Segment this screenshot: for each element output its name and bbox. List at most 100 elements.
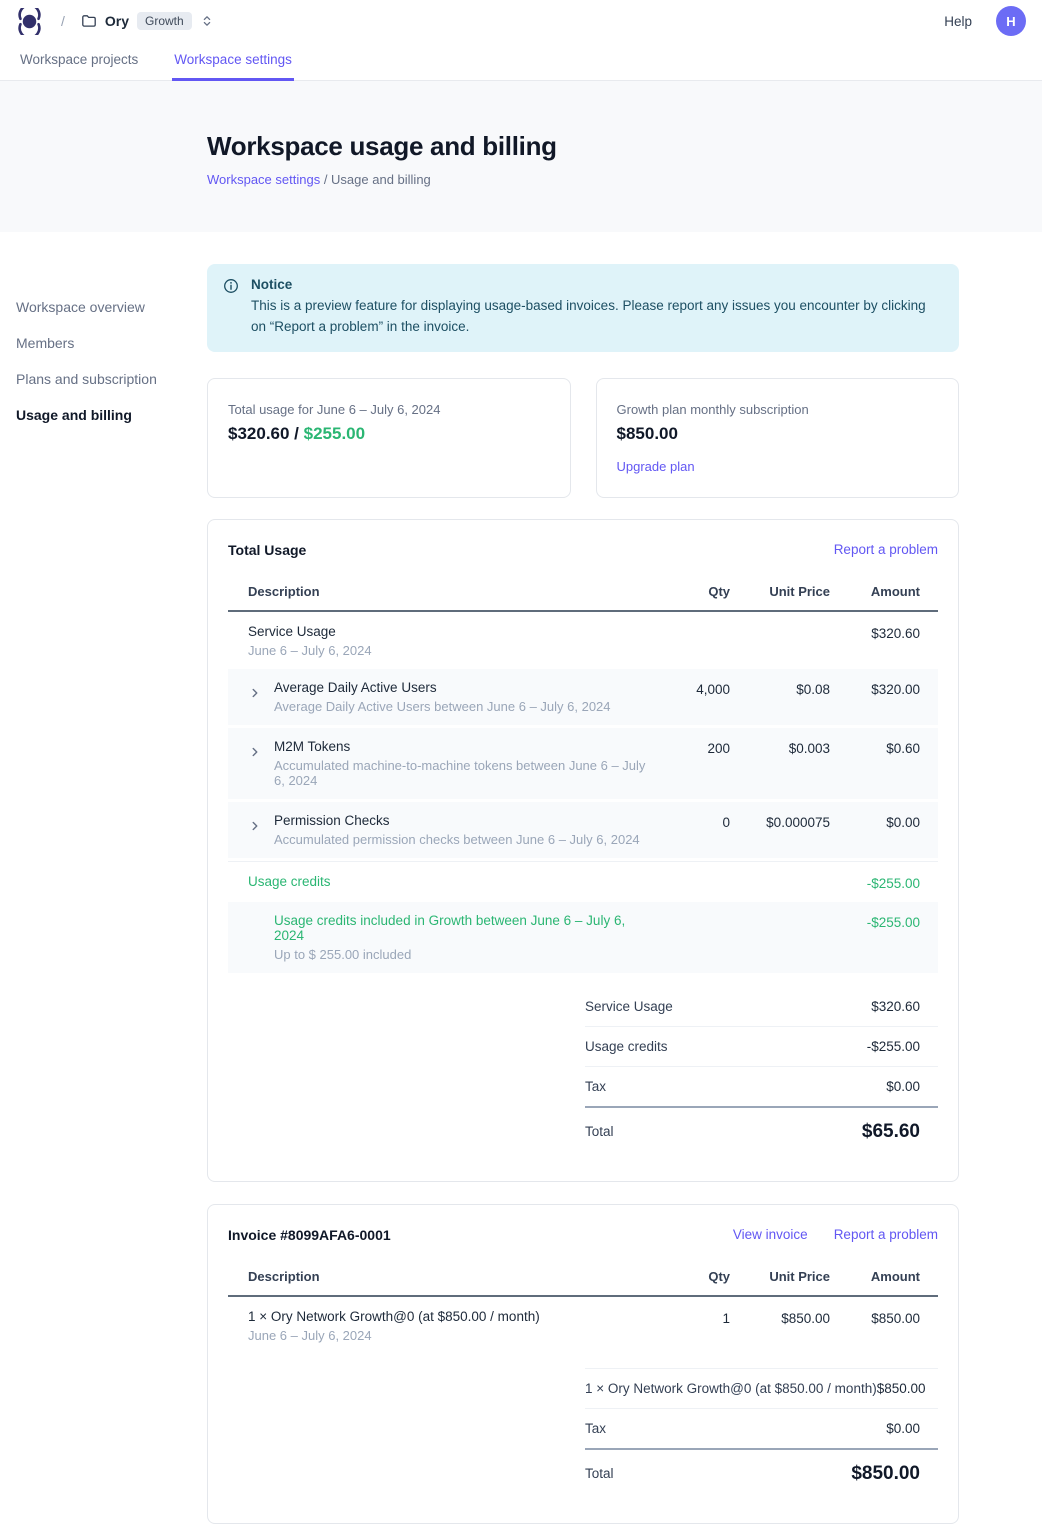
row-amount: $0.60 (830, 739, 938, 756)
row-subtitle: June 6 – July 6, 2024 (248, 1328, 652, 1343)
invoice-panel-title: Invoice #8099AFA6-0001 (228, 1227, 733, 1243)
view-invoice-link[interactable]: View invoice (733, 1227, 808, 1242)
info-circle-icon (223, 278, 239, 338)
table-row: Service Usage June 6 – July 6, 2024 $320… (228, 612, 938, 669)
breadcrumb-workspace-settings[interactable]: Workspace settings (207, 172, 320, 187)
table-row: Permission Checks Accumulated permission… (228, 802, 938, 858)
col-amount: Amount (830, 584, 938, 599)
summary-label: Tax (585, 1421, 886, 1436)
plan-value: $850.00 (617, 424, 939, 444)
summary-row: Tax $0.00 (585, 1409, 938, 1450)
row-subtitle: Average Daily Active Users between June … (274, 699, 611, 714)
row-amount: $850.00 (830, 1309, 938, 1326)
row-title: 1 × Ory Network Growth@0 (at $850.00 / m… (248, 1309, 652, 1324)
col-qty: Qty (652, 584, 730, 599)
sidebar-item-members[interactable]: Members (16, 330, 191, 356)
row-qty: 1 (652, 1309, 730, 1326)
workspace-switcher[interactable]: Ory Growth (81, 12, 214, 30)
plan-badge: Growth (137, 12, 192, 30)
row-amount: $0.00 (830, 813, 938, 830)
col-qty: Qty (652, 1269, 730, 1284)
row-subtitle: Up to $ 255.00 included (274, 947, 652, 962)
summary-label: Total (585, 1466, 851, 1481)
sidebar-item-plans-subscription[interactable]: Plans and subscription (16, 366, 191, 392)
tab-workspace-projects[interactable]: Workspace projects (18, 42, 140, 81)
content-column: Notice This is a preview feature for dis… (207, 264, 959, 1524)
row-subtitle: June 6 – July 6, 2024 (248, 643, 652, 658)
sidebar-item-workspace-overview[interactable]: Workspace overview (16, 294, 191, 320)
breadcrumb-sep: / (320, 172, 331, 187)
summary-row: Service Usage $320.60 (585, 987, 938, 1027)
table-row: M2M Tokens Accumulated machine-to-machin… (228, 728, 938, 799)
col-description: Description (228, 584, 652, 599)
folder-icon (81, 13, 97, 29)
chevron-right-icon[interactable] (248, 745, 264, 762)
help-link[interactable]: Help (944, 14, 972, 29)
sidebar-item-usage-billing[interactable]: Usage and billing (16, 402, 191, 428)
row-title: Usage credits included in Growth between… (274, 913, 652, 943)
summary-label: 1 × Ory Network Growth@0 (at $850.00 / m… (585, 1381, 877, 1396)
summary-total-row: Total $65.60 (585, 1108, 938, 1155)
row-title: Service Usage (248, 624, 652, 639)
row-title: Average Daily Active Users (274, 680, 611, 695)
summary-row: Usage credits -$255.00 (585, 1027, 938, 1067)
invoice-table: Description Qty Unit Price Amount 1 × Or… (228, 1261, 938, 1497)
breadcrumb-current: Usage and billing (331, 172, 431, 187)
usage-table-header: Description Qty Unit Price Amount (228, 576, 938, 612)
workspace-tabs: Workspace projects Workspace settings (0, 42, 1042, 81)
usage-summary: Service Usage $320.60 Usage credits -$25… (585, 987, 938, 1155)
usage-amount: $320.60 (228, 424, 289, 443)
ory-logo-icon[interactable] (16, 8, 43, 35)
summary-row: 1 × Ory Network Growth@0 (at $850.00 / m… (585, 1369, 938, 1409)
main-area: Workspace overview Members Plans and sub… (0, 264, 1042, 1540)
col-description: Description (228, 1269, 652, 1284)
usage-report-problem-link[interactable]: Report a problem (834, 542, 938, 557)
user-avatar[interactable]: H (996, 6, 1026, 36)
table-row: Usage credits -$255.00 (228, 861, 938, 902)
tab-workspace-settings[interactable]: Workspace settings (172, 42, 294, 81)
col-unit-price: Unit Price (730, 584, 830, 599)
invoice-panel: Invoice #8099AFA6-0001 View invoice Repo… (207, 1204, 959, 1524)
summary-value: -$255.00 (867, 1039, 938, 1054)
page-header: Workspace usage and billing Workspace se… (0, 81, 1042, 232)
summary-value: $0.00 (886, 1421, 938, 1436)
chevron-updown-icon[interactable] (200, 14, 214, 28)
total-usage-card: Total usage for June 6 – July 6, 2024 $3… (207, 378, 571, 498)
chevron-right-icon[interactable] (248, 686, 264, 703)
preview-notice: Notice This is a preview feature for dis… (207, 264, 959, 352)
breadcrumb: Workspace settings / Usage and billing (207, 172, 1042, 187)
summary-label: Service Usage (585, 999, 871, 1014)
summary-cards: Total usage for June 6 – July 6, 2024 $3… (207, 378, 959, 498)
invoice-report-problem-link[interactable]: Report a problem (834, 1227, 938, 1242)
upgrade-plan-link[interactable]: Upgrade plan (617, 459, 695, 474)
table-row: Average Daily Active Users Average Daily… (228, 669, 938, 725)
row-amount: $320.00 (830, 680, 938, 697)
invoice-table-header: Description Qty Unit Price Amount (228, 1261, 938, 1297)
page-title: Workspace usage and billing (207, 131, 1042, 162)
summary-total-value: $65.60 (862, 1121, 938, 1143)
total-usage-value: $320.60 / $255.00 (228, 424, 550, 444)
workspace-name: Ory (105, 13, 129, 29)
total-usage-label: Total usage for June 6 – July 6, 2024 (228, 402, 550, 417)
row-unit-price: $850.00 (730, 1309, 830, 1326)
summary-total-row: Total $850.00 (585, 1450, 938, 1497)
summary-value: $320.60 (871, 999, 938, 1014)
col-amount: Amount (830, 1269, 938, 1284)
plan-label: Growth plan monthly subscription (617, 402, 939, 417)
row-title: Usage credits (248, 874, 652, 889)
summary-value: $850.00 (877, 1381, 944, 1396)
row-qty: 0 (652, 813, 730, 830)
row-amount: -$255.00 (830, 874, 938, 891)
chevron-right-icon[interactable] (248, 819, 264, 836)
summary-row: Tax $0.00 (585, 1067, 938, 1108)
invoice-summary: 1 × Ory Network Growth@0 (at $850.00 / m… (585, 1368, 938, 1497)
usage-separator: / (289, 424, 303, 443)
summary-label: Tax (585, 1079, 886, 1094)
total-usage-panel: Total Usage Report a problem Description… (207, 519, 959, 1182)
summary-total-value: $850.00 (851, 1463, 938, 1485)
notice-title: Notice (251, 277, 943, 292)
settings-sidebar: Workspace overview Members Plans and sub… (16, 294, 191, 438)
breadcrumb-separator: / (61, 13, 65, 29)
usage-credit-amount: $255.00 (304, 424, 365, 443)
notice-body: This is a preview feature for displaying… (251, 296, 943, 338)
